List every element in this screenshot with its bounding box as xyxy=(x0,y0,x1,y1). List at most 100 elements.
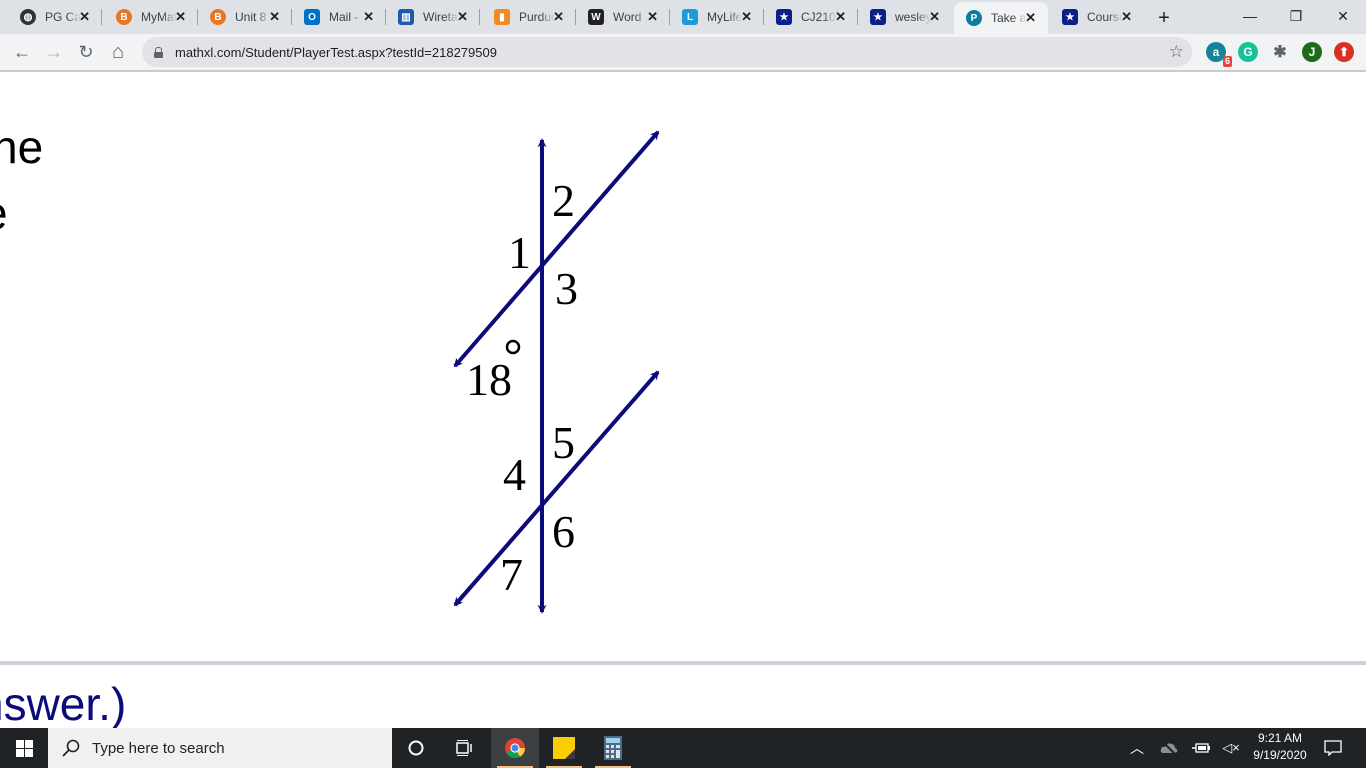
a-extension-icon[interactable]: a6 xyxy=(1206,42,1232,67)
angle-label-2: 2 xyxy=(552,175,575,226)
taskbar: Type here to search ︿ ◁× 9:21 AM 9/19/20… xyxy=(0,728,1366,768)
search-placeholder: Type here to search xyxy=(92,739,225,757)
tab-title: Unit 8 xyxy=(235,10,267,24)
tab-close-icon[interactable]: ✕ xyxy=(929,9,940,25)
pearson-icon: P xyxy=(966,10,982,26)
tab-title: Course xyxy=(1087,10,1123,24)
volume-button[interactable]: ◁× xyxy=(1220,728,1242,768)
close-icon: ✕ xyxy=(1337,7,1349,24)
tab-5[interactable]: ▥ Wiretap✕ xyxy=(386,0,480,34)
arrow-right-icon: → xyxy=(45,41,63,62)
tab-6[interactable]: ▮ Purdue ✕ xyxy=(482,0,576,34)
tab-11[interactable]: P Take a Test✕ xyxy=(954,2,1048,34)
tab-1[interactable]: ◍ PG Campus✕ xyxy=(8,0,102,34)
close-window-button[interactable]: ✕ xyxy=(1320,0,1366,32)
shield-star-icon: ★ xyxy=(1062,9,1078,25)
onedrive-status[interactable] xyxy=(1158,728,1180,768)
tab-close-icon[interactable]: ✕ xyxy=(1025,10,1036,26)
tab-8[interactable]: L MyLife ✕ xyxy=(670,0,764,34)
update-icon[interactable]: ⬆ xyxy=(1334,42,1354,62)
chrome-icon xyxy=(505,738,526,759)
profile-avatar[interactable]: J xyxy=(1302,42,1322,62)
bookmark-icon: ▮ xyxy=(494,9,510,25)
brightspace-icon: B xyxy=(116,9,132,25)
battery-status[interactable] xyxy=(1190,728,1212,768)
tab-4[interactable]: O Mail - ✕ xyxy=(292,0,386,34)
url-text[interactable]: mathxl.com/Student/PlayerTest.aspx?testI… xyxy=(175,45,497,60)
extension-badge: 6 xyxy=(1222,56,1232,67)
clock-time: 9:21 AM xyxy=(1257,731,1303,745)
clock-date: 9/19/2020 xyxy=(1253,748,1307,762)
bookmark-star-icon[interactable]: ☆ xyxy=(1169,42,1184,62)
parallel-lines-diagram: 1 2 3 4 5 6 7 18 xyxy=(453,130,660,614)
answer-instruction: nswer.) xyxy=(0,678,127,728)
task-view-button[interactable] xyxy=(440,728,488,768)
address-bar[interactable]: mathxl.com/Student/PlayerTest.aspx?testI… xyxy=(142,37,1192,67)
tab-title: Wiretap xyxy=(423,10,459,24)
outlook-icon: O xyxy=(304,9,320,25)
parallel-line-top xyxy=(453,130,660,368)
tab-separator xyxy=(479,9,480,25)
section-divider xyxy=(0,661,1366,665)
restore-button[interactable]: ❐ xyxy=(1273,0,1319,32)
calculator-icon xyxy=(604,736,622,760)
show-hidden-icons-button[interactable]: ︿ xyxy=(1126,728,1148,768)
volume-muted-icon: ◁× xyxy=(1222,740,1240,755)
task-view-icon xyxy=(456,740,472,756)
tab-close-icon[interactable]: ✕ xyxy=(457,9,468,25)
lock-icon xyxy=(154,46,163,58)
tab-12[interactable]: ★ Course ✕ xyxy=(1050,0,1144,34)
tab-close-icon[interactable]: ✕ xyxy=(269,9,280,25)
tab-title: Purdue xyxy=(519,10,555,24)
extension-glyph: G xyxy=(1243,45,1253,59)
tab-title: Take a Test xyxy=(991,11,1027,25)
start-button[interactable] xyxy=(0,728,48,768)
taskbar-calculator[interactable] xyxy=(589,728,637,768)
extension-glyph: ⬆ xyxy=(1338,45,1350,59)
shield-star-icon: ★ xyxy=(776,9,792,25)
forward-button[interactable]: → xyxy=(40,38,68,66)
tab-2[interactable]: B MyMath✕ xyxy=(104,0,198,34)
tab-10[interactable]: ★ wesley ✕ xyxy=(858,0,952,34)
cloud-offline-icon xyxy=(1160,741,1178,755)
sticky-notes-icon xyxy=(553,737,575,759)
tab-close-icon[interactable]: ✕ xyxy=(647,9,658,25)
word-icon: W xyxy=(588,9,604,25)
tab-close-icon[interactable]: ✕ xyxy=(1121,9,1132,25)
angle-label-5: 5 xyxy=(552,417,575,468)
toolbar: ← → ↻ ⌂ mathxl.com/Student/PlayerTest.as… xyxy=(0,34,1366,70)
notification-icon xyxy=(1324,740,1342,756)
tab-close-icon[interactable]: ✕ xyxy=(553,9,564,25)
cortana-button[interactable] xyxy=(392,728,440,768)
plus-icon: + xyxy=(1158,6,1170,29)
parallel-line-bottom xyxy=(453,370,660,607)
tab-close-icon[interactable]: ✕ xyxy=(741,9,752,25)
taskbar-chrome[interactable] xyxy=(491,728,539,768)
minimize-button[interactable]: — xyxy=(1227,0,1273,32)
library-icon: ▥ xyxy=(398,9,414,25)
brightspace-icon: B xyxy=(210,9,226,25)
puzzle-icon[interactable]: ✱ xyxy=(1270,42,1290,62)
reload-icon: ↻ xyxy=(78,41,94,62)
tab-9[interactable]: ★ CJ210 ✕ xyxy=(764,0,858,34)
reload-button[interactable]: ↻ xyxy=(72,38,100,66)
taskbar-search[interactable]: Type here to search xyxy=(48,728,392,768)
system-clock[interactable]: 9:21 AM 9/19/2020 xyxy=(1248,730,1312,764)
minimize-icon: — xyxy=(1243,8,1257,24)
home-button[interactable]: ⌂ xyxy=(104,38,132,66)
search-icon xyxy=(62,739,80,757)
taskbar-sticky-notes[interactable] xyxy=(540,728,588,768)
tab-title: Word xyxy=(613,10,642,24)
new-tab-button[interactable]: + xyxy=(1150,4,1178,32)
arrow-left-icon: ← xyxy=(13,41,31,62)
tab-close-icon[interactable]: ✕ xyxy=(175,9,186,25)
tab-3[interactable]: B Unit 8 ✕ xyxy=(198,0,292,34)
grammarly-icon[interactable]: G xyxy=(1238,42,1258,62)
action-center-button[interactable] xyxy=(1320,728,1346,768)
tab-close-icon[interactable]: ✕ xyxy=(835,9,846,25)
back-button[interactable]: ← xyxy=(8,38,36,66)
tab-close-icon[interactable]: ✕ xyxy=(79,9,90,25)
tab-title: CJ210 xyxy=(801,10,836,24)
tab-close-icon[interactable]: ✕ xyxy=(363,9,374,25)
tab-7[interactable]: W Word ✕ xyxy=(576,0,670,34)
